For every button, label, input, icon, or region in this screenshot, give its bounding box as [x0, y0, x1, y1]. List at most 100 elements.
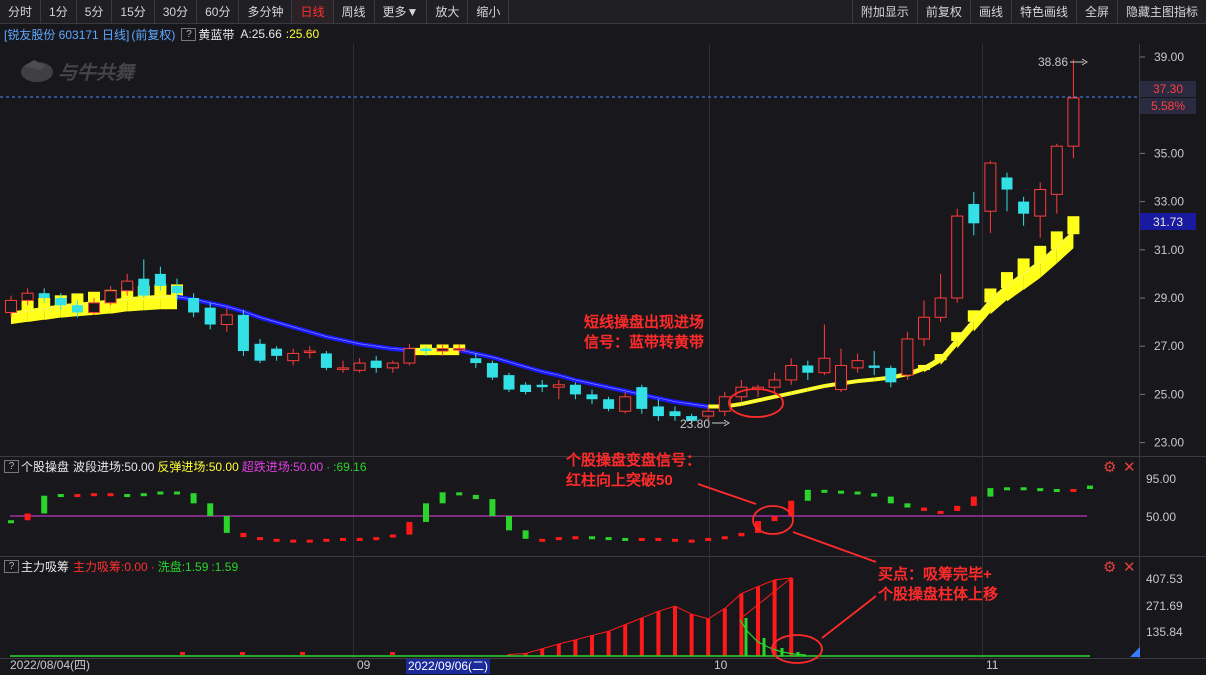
candle	[835, 348, 847, 392]
settings-gear-icon[interactable]: ⚙	[1103, 560, 1116, 575]
toolbar-left-button-3[interactable]: 15分	[112, 0, 155, 23]
help-icon[interactable]: ?	[4, 559, 19, 573]
panel2-bar	[489, 499, 496, 516]
price-tick-label: 31.00	[1154, 243, 1184, 257]
band-segment	[276, 320, 294, 330]
candle	[55, 293, 67, 311]
toolbar-right-button-2[interactable]: 画线	[969, 0, 1011, 23]
help-icon[interactable]: ?	[4, 459, 19, 473]
annotation-1-line-2: 信号：蓝带转黄带	[584, 333, 704, 351]
candle	[885, 365, 897, 388]
close-icon[interactable]: ✕	[1123, 460, 1136, 475]
band-segment	[957, 317, 974, 349]
candle	[901, 331, 914, 380]
toolbar-right-button-5[interactable]: 隐藏主图指标	[1116, 0, 1206, 23]
toolbar-right-button-4[interactable]: 全屏	[1075, 0, 1117, 23]
panel2-bar	[871, 493, 878, 497]
band-block	[121, 287, 134, 302]
toolbar-left-button-10[interactable]: 放大	[427, 0, 469, 23]
candle	[353, 358, 366, 373]
panel2-bar	[522, 530, 529, 539]
candle	[21, 288, 34, 306]
panel2-bar	[921, 507, 927, 511]
band-segment	[94, 299, 111, 316]
panel2-bar	[406, 521, 413, 535]
stock-name[interactable]: [锐友股份 603171 日线]	[4, 26, 129, 43]
band-block	[171, 284, 183, 299]
indicator-value-b: :25.60	[285, 27, 320, 41]
annotation-3-line-2: 个股操盘柱体上移	[877, 585, 998, 603]
toolbar-left-button-11[interactable]: 缩小	[468, 0, 510, 23]
price-axis: 39.00 35.00 33.00 31.00 29.00 27.00 25.00 23.00	[1140, 50, 1184, 450]
band-segment	[442, 347, 460, 356]
panel2-bar	[207, 503, 214, 516]
toolbar-left-button-8[interactable]: 周线	[334, 0, 375, 23]
toolbar-left-button-5[interactable]: 60分	[197, 0, 240, 23]
toolbar-right-button-1[interactable]: 前复权	[916, 0, 970, 23]
indicator-name: 黄蓝带	[198, 27, 235, 42]
panel2-bar	[672, 538, 678, 542]
panel2-bar	[74, 494, 81, 498]
toolbar-left-button-7[interactable]: 日线	[292, 0, 334, 23]
candle	[237, 310, 249, 356]
candle	[287, 348, 300, 366]
candle	[586, 389, 598, 405]
last-price-box	[1140, 81, 1196, 97]
candle	[785, 358, 798, 385]
close-icon[interactable]: ✕	[1123, 560, 1136, 575]
band-segment	[1040, 245, 1057, 278]
panel3-value-0: 主力吸筹:0.00	[73, 559, 148, 574]
toolbar-left-button-4[interactable]: 30分	[155, 0, 198, 23]
last-change-value: 5.58%	[1151, 99, 1185, 113]
panel2-bar	[356, 537, 363, 541]
band-segment	[475, 351, 493, 360]
panel2-bar	[821, 489, 828, 493]
panel2-bar	[240, 532, 247, 538]
toolbar-right-button-3[interactable]: 特色画线	[1010, 0, 1076, 23]
toolbar-left-button-2[interactable]: 5分	[77, 0, 113, 23]
band-segment	[575, 377, 592, 387]
band-segment	[824, 381, 841, 388]
panel2-bar	[954, 505, 961, 511]
date-start: 2022/08/04(四)	[10, 658, 90, 672]
panel2-bar	[804, 489, 811, 501]
band-segment	[1023, 259, 1041, 290]
toolbar-left-button-0[interactable]: 分时	[0, 0, 42, 23]
last-change-box	[1140, 98, 1196, 114]
candle	[868, 351, 880, 376]
band-segment	[924, 356, 941, 373]
panel3-name: 主力吸筹	[21, 559, 70, 574]
band-segment	[558, 373, 576, 383]
toolbar-right-button-0[interactable]: 附加显示	[851, 0, 917, 23]
band-segment	[127, 296, 144, 312]
panel2-bar	[605, 537, 612, 541]
panel3-mark	[180, 652, 185, 655]
candle	[768, 372, 781, 392]
yellow-blue-band	[10, 216, 1080, 409]
month-grid-lines	[353, 44, 983, 658]
candle	[1034, 182, 1047, 238]
candle	[520, 382, 532, 395]
toolbar-left-button-1[interactable]: 1分	[41, 0, 77, 23]
band-block	[54, 295, 67, 309]
toolbar-left-button-6[interactable]: 多分钟	[239, 0, 293, 23]
help-icon[interactable]: ?	[181, 27, 197, 41]
band-segment	[44, 304, 61, 320]
scroll-corner-icon[interactable]	[1130, 647, 1140, 657]
band-segment	[625, 388, 642, 397]
band-block	[984, 288, 997, 303]
panel2-bar	[838, 490, 844, 494]
band-block	[453, 344, 466, 352]
high-marker: 38.86	[1038, 55, 1088, 69]
candle	[337, 360, 349, 373]
band-segment	[990, 283, 1007, 315]
band-segment	[409, 347, 426, 356]
band-segment	[343, 338, 360, 347]
panel2-values: 波段进场:50.00 反弹进场:50.00 超跌进场:50.00 ·:69.16	[73, 458, 370, 475]
band-segment	[1007, 271, 1024, 302]
band-segment	[691, 402, 709, 409]
band-segment	[807, 383, 825, 392]
settings-gear-icon[interactable]: ⚙	[1103, 460, 1116, 475]
toolbar-left-button-9[interactable]: 更多▼	[375, 0, 428, 23]
panel2-bar	[273, 538, 280, 542]
